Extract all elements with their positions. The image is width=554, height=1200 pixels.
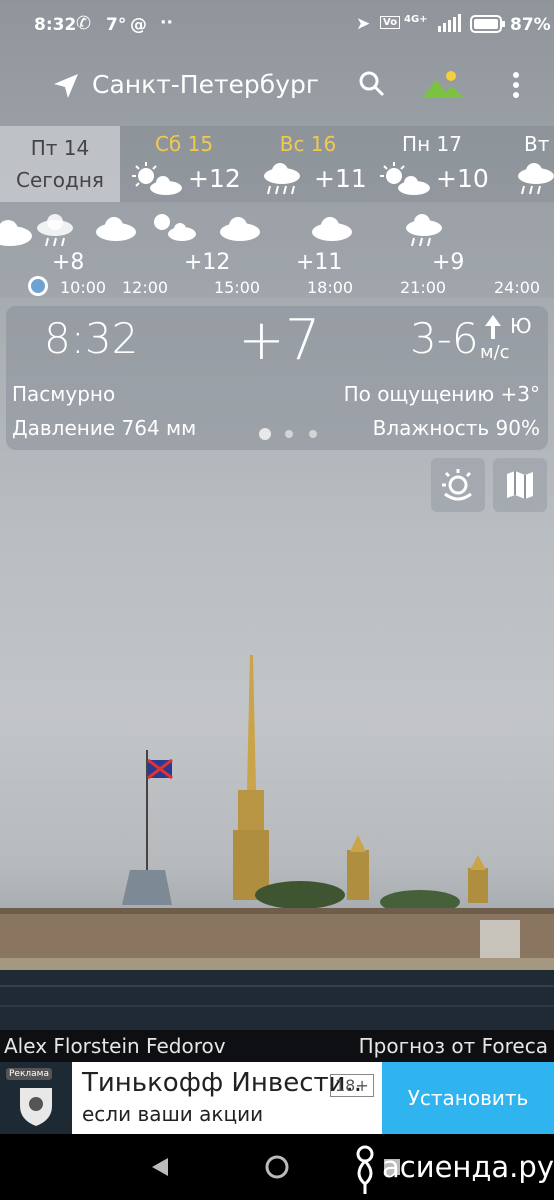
photo-author[interactable]: Alex Florstein Fedorov: [4, 1034, 226, 1058]
day-sub: Сегодня: [16, 168, 104, 192]
battery-icon: [470, 15, 505, 33]
watermark: асиенда.ру: [350, 1142, 554, 1198]
radar-button[interactable]: [431, 458, 485, 512]
current-weather-card[interactable]: 8:32 +7 3-6 Ю м/с Пасмурно По ощущению +…: [6, 306, 548, 450]
day-name: Сб 15: [154, 132, 214, 156]
more-notifications-icon: ··: [160, 13, 173, 33]
forecast-source[interactable]: Прогноз от Foreca: [359, 1034, 548, 1058]
search-icon[interactable]: [358, 70, 386, 98]
current-time-marker-icon: [28, 276, 48, 296]
hourly-forecast[interactable]: +8 +12 +11 +9 10:00 12:00 15:00 18:00 21…: [0, 202, 554, 298]
hourly-temp: +11: [296, 250, 343, 275]
hourly-time: 21:00: [400, 278, 447, 297]
hourly-time: 15:00: [214, 278, 261, 297]
humidity: Влажность 90%: [372, 416, 540, 440]
day-name: Вт: [524, 132, 550, 156]
map-icon: [507, 471, 533, 499]
wind-direction: Ю: [510, 314, 532, 338]
sun-radar-icon: [442, 469, 472, 501]
watermark-text: асиенда.ру: [382, 1150, 554, 1184]
battery-percent: 87%: [510, 15, 551, 35]
day-temp: +12: [188, 164, 241, 193]
ad-banner[interactable]: Реклама Тинькофф Инвести.. 18+ если ваши…: [0, 1062, 554, 1134]
status-bar: 8:32 ✆ 7° @ ·· ➤ Vo 4G+ 87%: [0, 0, 554, 50]
sun-cloud-icon: [380, 162, 430, 195]
wind-unit: м/с: [480, 342, 510, 363]
watermark-logo-icon: [356, 1145, 374, 1194]
day-name: Вс 16: [279, 132, 337, 156]
signal-icon: [438, 14, 461, 32]
day-tab[interactable]: Вс 16 +11: [248, 126, 368, 202]
app-toolbar: Санкт-Петербург: [0, 60, 554, 112]
pressure: Давление 764 мм: [12, 416, 197, 440]
status-time: 8:32: [34, 15, 77, 35]
ad-badge: Реклама: [6, 1068, 52, 1080]
system-navigation-bar: асиенда.ру: [0, 1134, 554, 1200]
map-button[interactable]: [493, 458, 547, 512]
hourly-time: 12:00: [122, 278, 169, 297]
install-button[interactable]: Установить: [382, 1062, 554, 1134]
day-temp: +11: [314, 164, 367, 193]
ad-age-badge: 18+: [330, 1074, 374, 1097]
wind-speed: 3-6: [410, 314, 479, 363]
hourly-time: 18:00: [307, 278, 354, 297]
hourly-time: 10:00: [60, 278, 107, 297]
city-skyline-illustration: [0, 655, 554, 1040]
status-temp: 7°: [106, 15, 127, 35]
landscape-icon[interactable]: [422, 68, 464, 100]
hourly-temp: +12: [184, 250, 231, 275]
day-name: Пт 14: [30, 136, 90, 160]
overflow-menu-icon[interactable]: [510, 70, 522, 100]
network-4g-icon: 4G+: [404, 14, 428, 25]
day-tab[interactable]: Пн 17 +10: [372, 126, 492, 202]
rain-cloud-icon: [264, 163, 300, 195]
current-time: 8:32: [44, 314, 139, 363]
daily-forecast-strip[interactable]: Пт 14 Сегодня Сб 15 +12 Вс 16 +11 Пн 17 …: [0, 126, 554, 202]
location-arrow-icon[interactable]: [52, 72, 80, 100]
feels-like: По ощущению +3°: [343, 382, 540, 406]
tinkoff-shield-icon: [20, 1088, 52, 1126]
hourly-temp: +8: [52, 250, 85, 275]
ad-logo: Реклама: [0, 1062, 72, 1134]
day-tab[interactable]: Вт: [496, 126, 554, 202]
at-icon: @: [130, 15, 147, 35]
day-tab-today[interactable]: Пт 14 Сегодня: [0, 126, 120, 202]
day-temp: +10: [436, 164, 489, 193]
condition-text: Пасмурно: [12, 382, 116, 406]
current-temp: +7: [238, 308, 321, 373]
home-icon[interactable]: [264, 1154, 290, 1180]
hourly-time: 24:00: [494, 278, 541, 297]
day-name: Пн 17: [402, 132, 462, 156]
page-indicator[interactable]: [257, 426, 327, 445]
wind-direction-arrow-icon: [485, 315, 501, 339]
photo-credits-bar: Alex Florstein Fedorov Прогноз от Foreca: [0, 1030, 554, 1062]
ad-subtitle: если ваши акции: [82, 1102, 264, 1126]
location-arrow-icon: ➤: [356, 14, 371, 34]
ad-title: Тинькофф Инвести..: [82, 1068, 363, 1098]
whatsapp-icon: ✆: [76, 13, 92, 34]
hourly-temp: +9: [432, 250, 465, 275]
day-tab[interactable]: Сб 15 +12: [124, 126, 244, 202]
volte-icon: Vo: [380, 16, 401, 29]
city-name[interactable]: Санкт-Петербург: [92, 70, 319, 99]
rain-cloud-icon: [518, 163, 554, 195]
back-icon[interactable]: [150, 1157, 170, 1177]
hourly-weather-icons: [0, 214, 442, 247]
sun-cloud-icon: [132, 162, 182, 195]
